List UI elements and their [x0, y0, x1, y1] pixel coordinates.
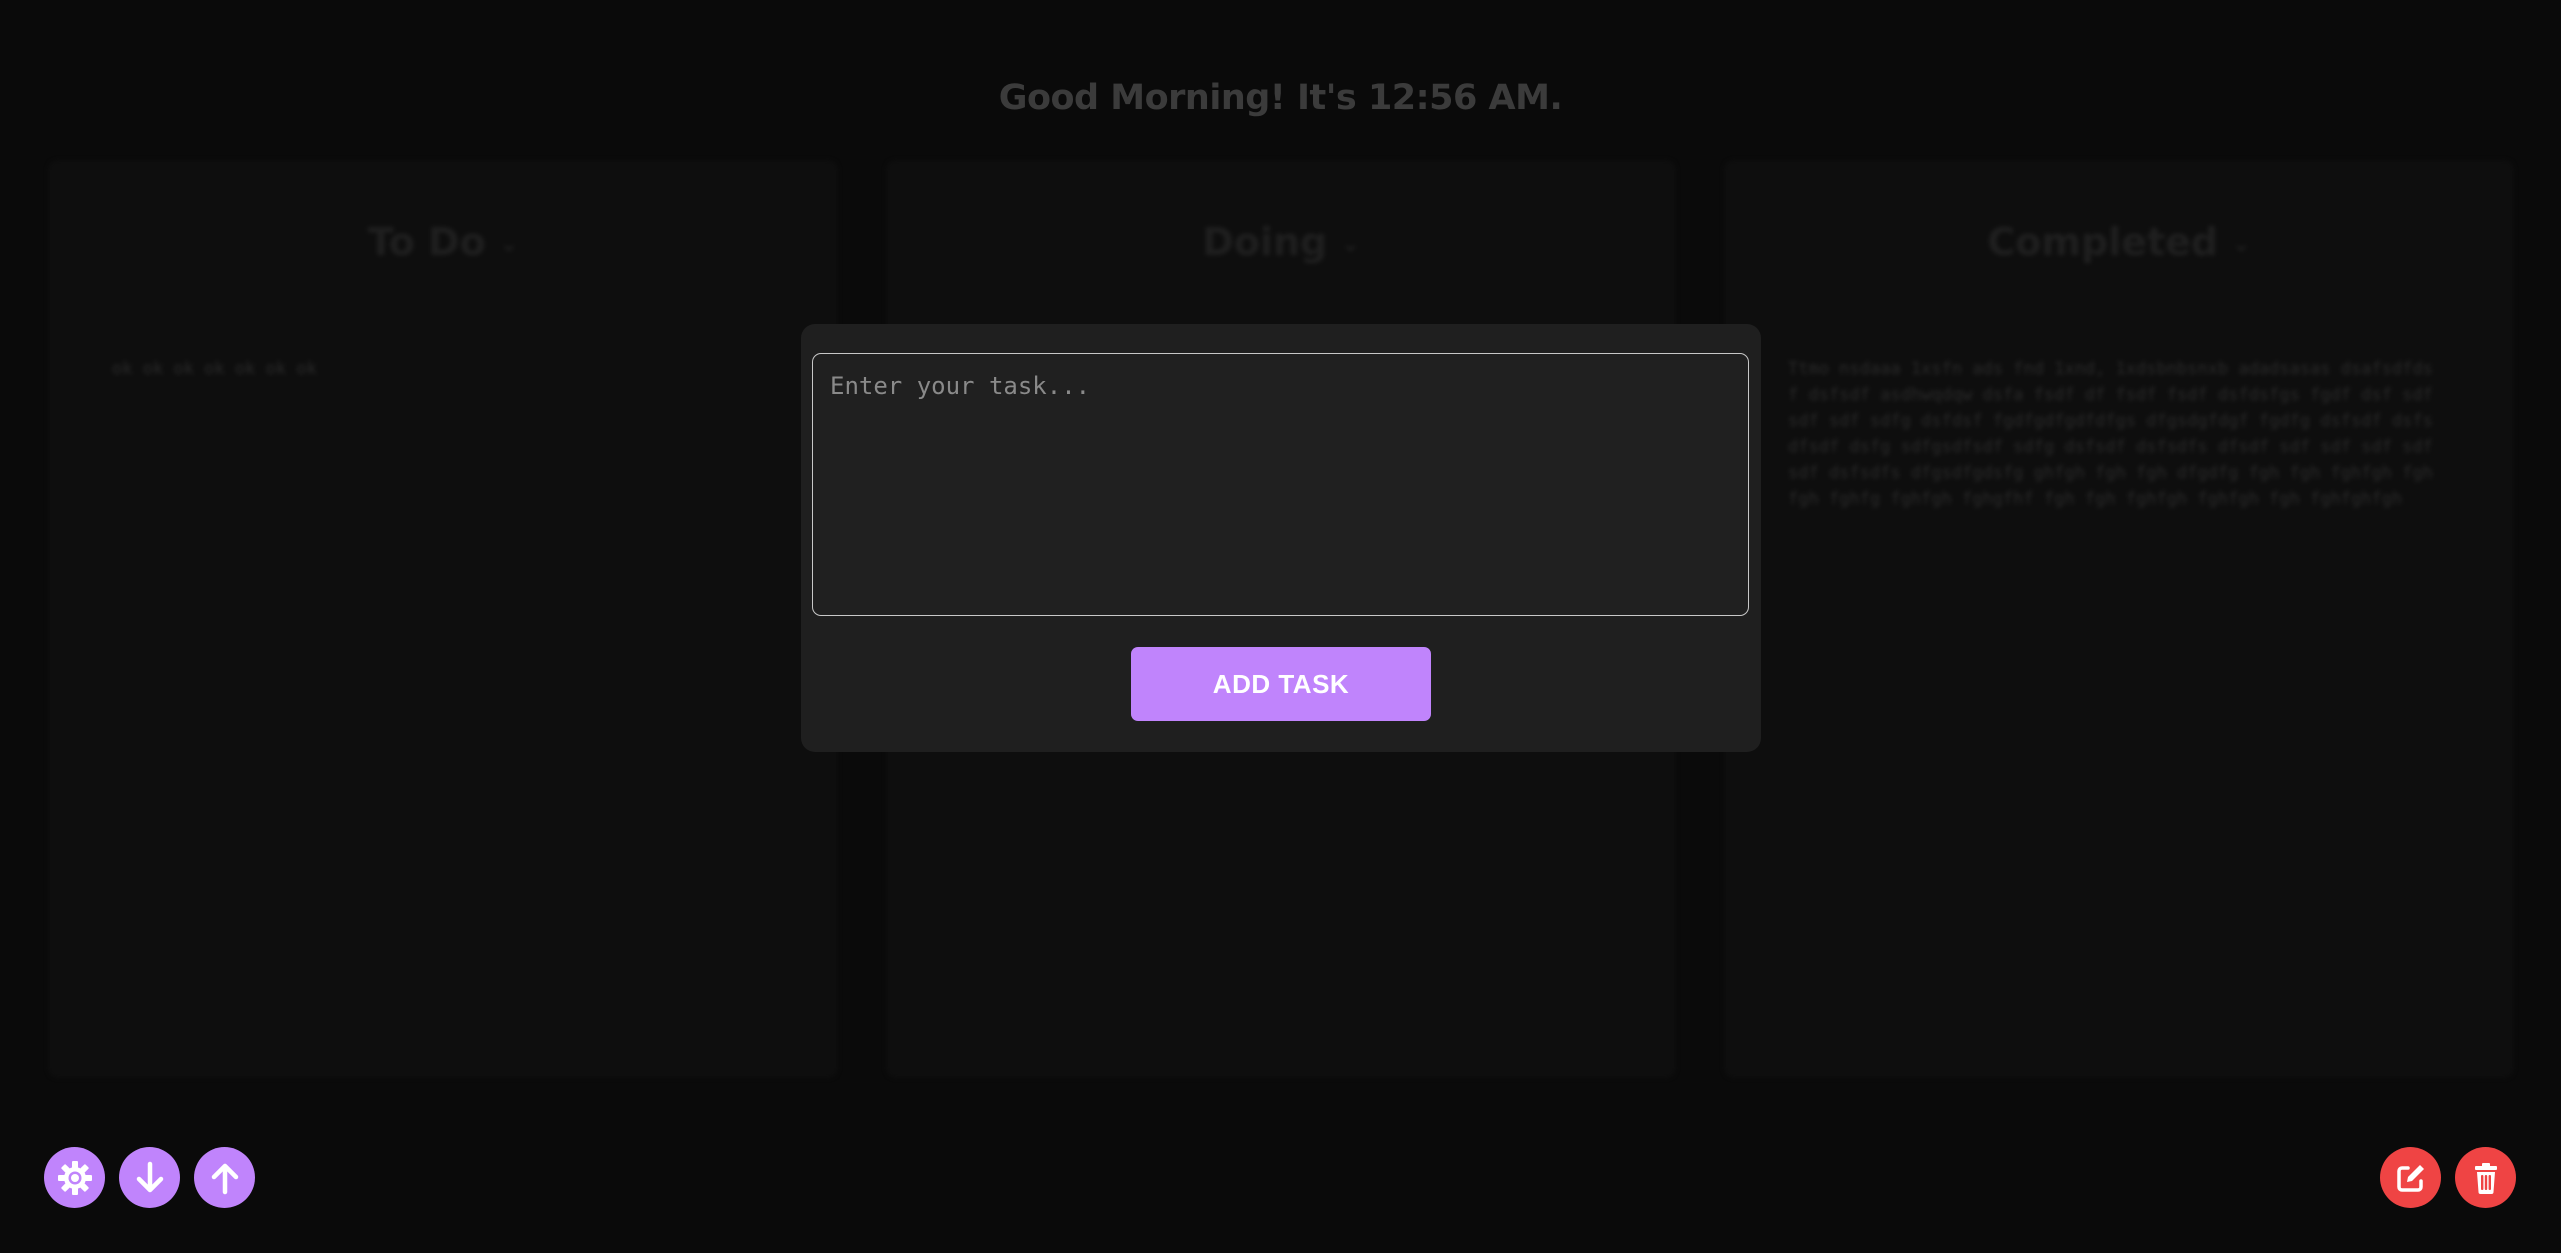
delete-button[interactable]	[2455, 1147, 2516, 1208]
column-title: Completed	[1987, 220, 2219, 264]
task-input[interactable]	[812, 353, 1749, 616]
add-task-button[interactable]: ADD TASK	[1131, 647, 1431, 721]
column-header-doing[interactable]: Doing ⌄	[886, 220, 1676, 264]
column-header-completed[interactable]: Completed ⌄	[1724, 220, 2514, 264]
chevron-down-icon: ⌄	[2232, 232, 2251, 257]
add-task-modal: ADD TASK	[801, 324, 1761, 752]
column-header-todo[interactable]: To Do ⌄	[48, 220, 838, 264]
edit-button[interactable]	[2380, 1147, 2441, 1208]
column-completed: Completed ⌄ Ttmo nsdaaa 1xsfn ads fnd 1xn…	[1724, 160, 2514, 1078]
chevron-down-icon: ⌄	[499, 232, 519, 257]
settings-button[interactable]	[44, 1147, 105, 1208]
app-root: Good Morning! It's 12:56 AM. To Do ⌄ ok o…	[0, 0, 2561, 1253]
column-todo: To Do ⌄ ok ok ok ok ok ok ok	[48, 160, 838, 1078]
edit-icon	[2396, 1164, 2424, 1192]
column-title: Doing	[1202, 220, 1328, 264]
arrow-up-icon	[211, 1163, 238, 1194]
column-title: To Do	[367, 220, 486, 264]
upload-button[interactable]	[194, 1147, 255, 1208]
download-button[interactable]	[119, 1147, 180, 1208]
task-card[interactable]: Ttmo nsdaaa 1xsfn ads fnd 1xnd, 1xdsbnbs…	[1788, 356, 2438, 512]
trash-icon	[2474, 1162, 2497, 1194]
chevron-down-icon: ⌄	[1341, 232, 1360, 257]
arrow-down-icon	[136, 1161, 163, 1192]
task-card[interactable]: ok ok ok ok ok ok ok	[112, 356, 762, 382]
greeting-title: Good Morning! It's 12:56 AM.	[998, 78, 1563, 118]
gear-icon	[57, 1160, 92, 1195]
